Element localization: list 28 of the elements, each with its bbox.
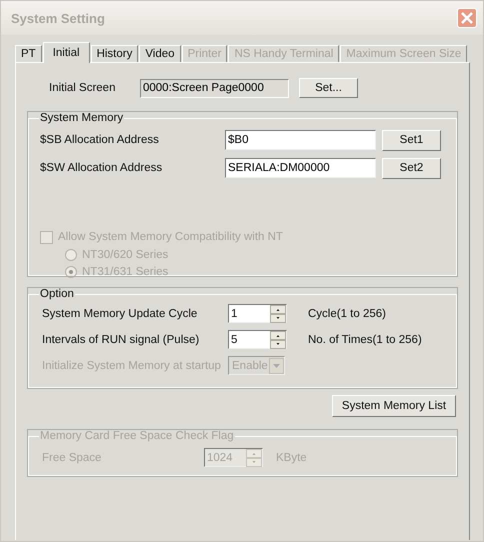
spin-field[interactable]: 5: [228, 330, 287, 349]
tab[interactable]: Initial: [42, 42, 90, 63]
field-label: $SB Allocation Address: [40, 134, 160, 146]
group-title: System Memory: [39, 112, 124, 124]
tab[interactable]: Video: [139, 45, 181, 62]
address-field[interactable]: $B0: [225, 130, 376, 150]
field-label: $SW Allocation Address: [40, 162, 164, 174]
spinner-arrows-icon[interactable]: [270, 330, 286, 348]
set-button[interactable]: Set...: [299, 78, 358, 98]
tab[interactable]: PT: [15, 45, 42, 62]
initial-screen-field[interactable]: 0000:Screen Page0000: [140, 78, 289, 98]
field-label: Initial Screen: [48, 82, 116, 94]
system-memory-list-button[interactable]: System Memory List: [332, 395, 456, 417]
set-button[interactable]: Set2: [382, 158, 441, 178]
field-label: Intervals of RUN signal (Pulse): [41, 334, 200, 346]
group-title: Option: [39, 288, 75, 300]
address-field[interactable]: SERIALA:DM00000: [225, 158, 376, 178]
caret-icon: [269, 358, 284, 374]
window-title: System Setting: [11, 10, 105, 26]
unit-label: No. of Times(1 to 256): [308, 334, 422, 346]
close-icon: [461, 12, 473, 24]
field-label: System Memory Update Cycle: [41, 308, 198, 320]
unit-label: Cycle(1 to 256): [308, 308, 386, 320]
tab[interactable]: History: [90, 45, 138, 62]
spinner-arrows-icon[interactable]: [270, 304, 286, 322]
close-button[interactable]: [457, 8, 477, 28]
set-button[interactable]: Set1: [382, 130, 441, 150]
spin-field[interactable]: 1: [228, 304, 287, 323]
